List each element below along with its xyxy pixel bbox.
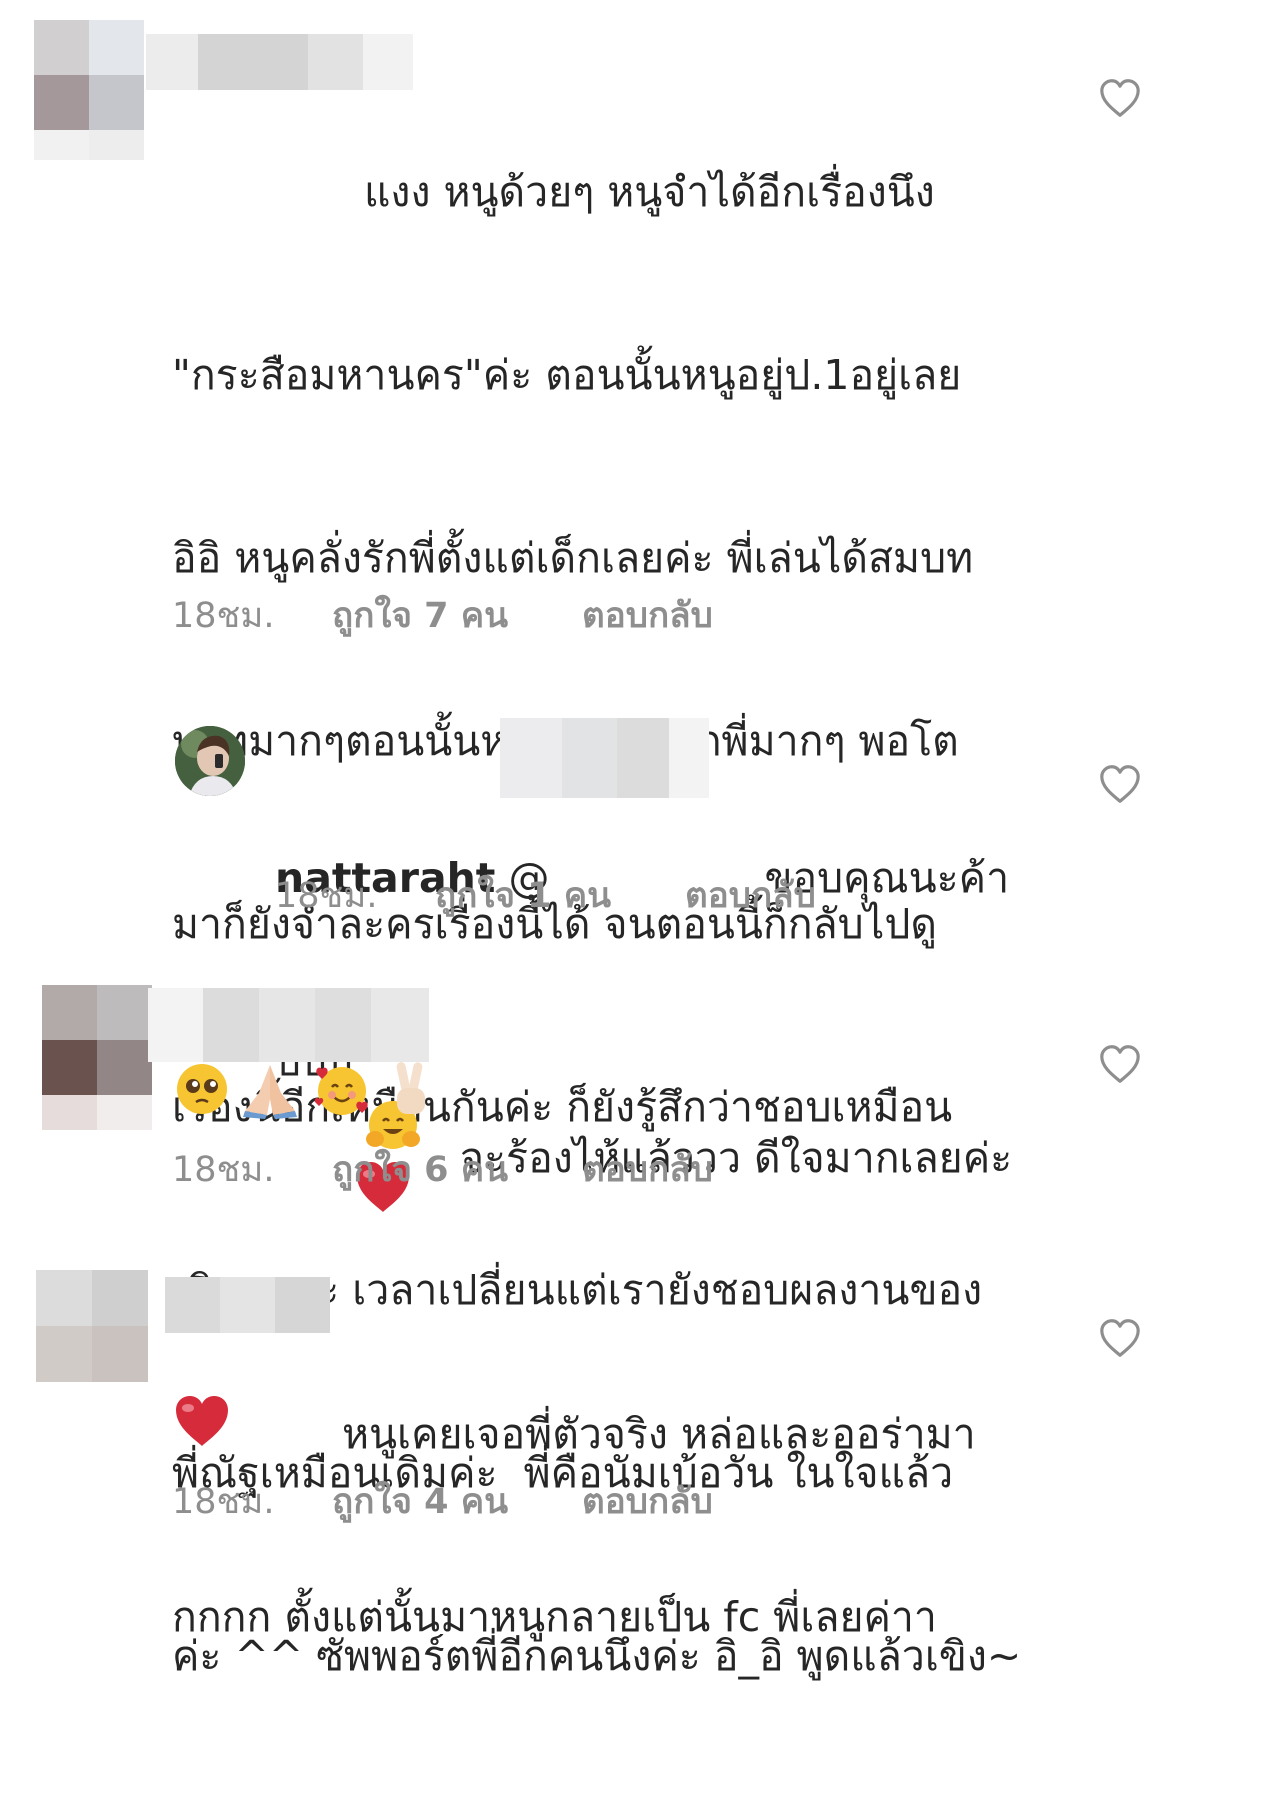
comment-line: "กระสือมหานคร"ค่ะ ตอนนั้นหนูอยู่ป.1อยู่เ… [172, 351, 962, 399]
pleading-face-emoji [177, 1064, 227, 1114]
avatar-blurred[interactable] [42, 985, 152, 1130]
timestamp: 18ชม. [172, 1482, 275, 1522]
reply-button[interactable]: ตอบกลับ [582, 1474, 713, 1529]
folded-hands-emoji [243, 1065, 298, 1119]
heart-icon[interactable] [1098, 1044, 1142, 1084]
timestamp: 18ชม. [172, 1150, 275, 1190]
mention-blurred[interactable] [500, 718, 709, 798]
likes-count-button[interactable]: ถูกใจ 6 คน [332, 1142, 582, 1197]
avatar-blurred[interactable] [36, 1270, 148, 1382]
red-heart-emoji [176, 1396, 228, 1446]
likes-count-button[interactable]: ถูกใจ 1 คน [435, 868, 685, 923]
comment-meta: 18ชม. ถูกใจ 7 คน ตอบกลับ [172, 588, 713, 643]
smiling-face-with-hearts-emoji [314, 1067, 368, 1115]
comment-meta: 18ชม. ถูกใจ 4 คน ตอบกลับ [172, 1474, 713, 1529]
comment-meta: 18ชม. ถูกใจ 1 คน ตอบกลับ [275, 868, 816, 923]
comment-meta: 18ชม. ถูกใจ 6 คน ตอบกลับ [172, 1142, 713, 1197]
likes-count-button[interactable]: ถูกใจ 4 คน [332, 1474, 582, 1529]
comment-line: หนูเคยเจอพี่ตัวจริง หล่อและออร่ามา [342, 1410, 976, 1458]
comment-line: อิอิ หนูคลั่งรักพี่ตั้งแต่เด็กเลยค่ะ พี่… [172, 534, 974, 582]
likes-count-button[interactable]: ถูกใจ 7 คน [332, 588, 582, 643]
timestamp: 18ชม. [275, 876, 378, 916]
comment-line: แงง หนูด้วยๆ หนูจำได้อีกเรื่องนึง [364, 168, 935, 216]
emoji-row [172, 1392, 232, 1454]
comment-line: กกกก ตั้งแต่นั้นมาหนูกลายเป็น fc พี่เลยค… [172, 1593, 937, 1641]
victory-hand-emoji [396, 1062, 426, 1114]
emoji-row [172, 1058, 441, 1120]
reply-button[interactable]: ตอบกลับ [685, 868, 816, 923]
avatar-blurred[interactable] [34, 20, 144, 160]
avatar[interactable] [175, 726, 245, 796]
heart-icon[interactable] [1098, 78, 1142, 118]
heart-icon[interactable] [1098, 764, 1142, 804]
profile-photo [175, 726, 245, 796]
heart-icon[interactable] [1098, 1318, 1142, 1358]
reply-button[interactable]: ตอบกลับ [582, 588, 713, 643]
timestamp: 18ชม. [172, 596, 275, 636]
reply-button[interactable]: ตอบกลับ [582, 1142, 713, 1197]
